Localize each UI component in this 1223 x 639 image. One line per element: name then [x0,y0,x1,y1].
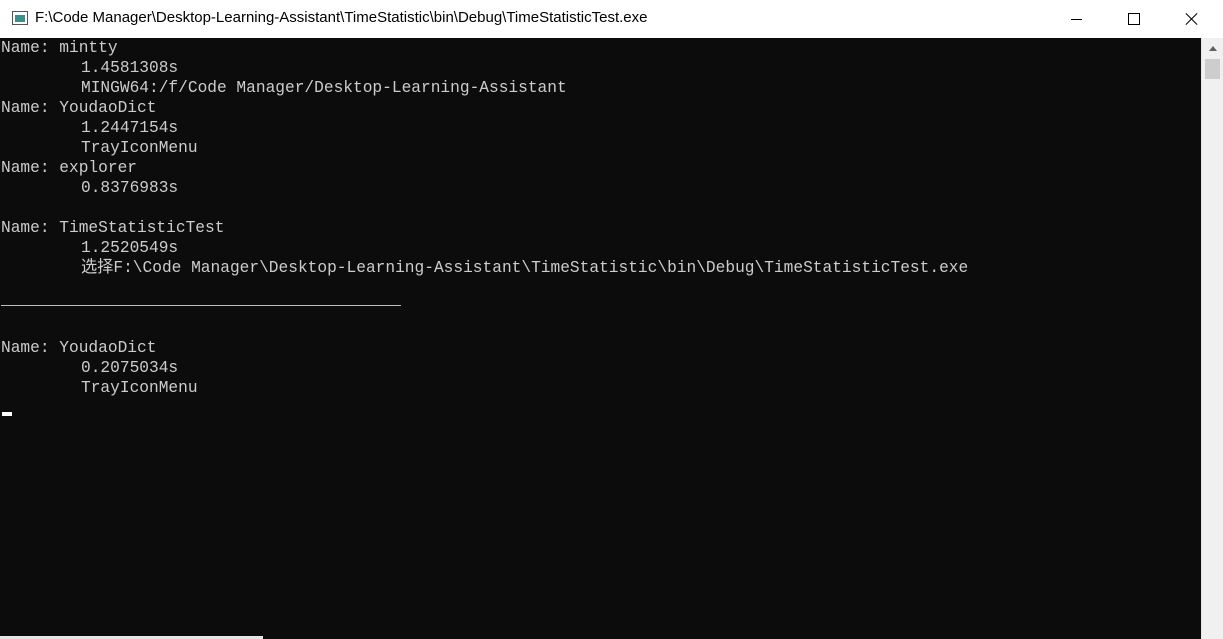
console-line: 0.8376983s [81,179,179,197]
vertical-scrollbar[interactable] [1201,38,1223,639]
console-line: TrayIconMenu [81,139,198,157]
console-app-icon[interactable] [12,11,28,25]
console-line: Name: TimeStatisticTest [1,219,225,237]
text-cursor [2,412,12,416]
close-icon [1185,12,1199,26]
scroll-up-button[interactable] [1202,38,1223,58]
window-title: F:\Code Manager\Desktop-Learning-Assista… [35,9,648,26]
minimize-icon [1070,18,1082,20]
console-line: TrayIconMenu [81,379,198,397]
console-line: 1.2447154s [81,119,179,137]
maximize-button[interactable] [1105,0,1163,38]
scrollbar-thumb[interactable] [1205,59,1220,79]
maximize-icon [1128,13,1140,25]
close-button[interactable] [1163,0,1221,38]
console-line: Name: explorer [1,159,137,177]
minimize-button[interactable] [1047,0,1105,38]
console-line: MINGW64:/f/Code Manager/Desktop-Learning… [81,79,567,97]
separator-line [1,305,401,306]
console-line: 0.2075034s [81,359,179,377]
title-bar[interactable]: F:\Code Manager\Desktop-Learning-Assista… [0,0,1223,38]
console-line: 1.4581308s [81,59,179,77]
arrow-up-icon [1208,45,1217,51]
console-line: 选择F:\Code Manager\Desktop-Learning-Assis… [81,259,969,277]
console-line: 1.2520549s [81,239,179,257]
console-line: Name: YoudaoDict [1,99,157,117]
console-window: F:\Code Manager\Desktop-Learning-Assista… [0,0,1223,639]
console-line: Name: YoudaoDict [1,339,157,357]
console-line: Name: mintty [1,39,118,57]
console-output[interactable]: Name: mintty 1.4581308s MINGW64:/f/Code … [1,38,1201,638]
